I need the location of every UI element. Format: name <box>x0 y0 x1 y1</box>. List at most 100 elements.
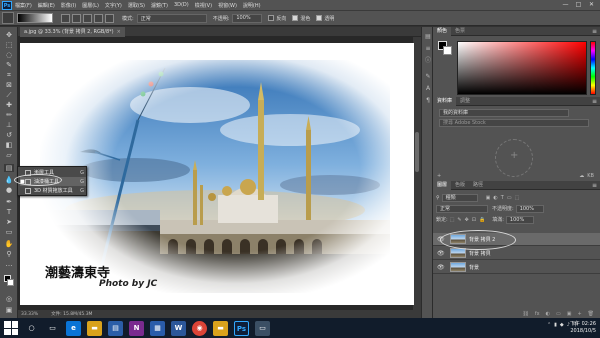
gradient-tool-icon[interactable]: ▤ <box>4 164 14 172</box>
mask-icon[interactable]: ◐ <box>546 311 550 317</box>
battery-icon[interactable]: ▮ <box>554 322 557 328</box>
hand-tool-icon[interactable]: ✋ <box>4 240 14 248</box>
tab-layers[interactable]: 圖層 <box>433 180 452 190</box>
crop-tool-icon[interactable]: ⌗ <box>4 71 14 79</box>
background-color[interactable] <box>443 46 452 55</box>
panel-menu-icon[interactable]: ≡ <box>592 98 597 105</box>
menu-help[interactable]: 說明(H) <box>243 2 261 9</box>
type-tool-icon[interactable]: T <box>4 208 14 216</box>
layer-filter-icons[interactable]: ▣◐T▭⬚ <box>486 195 523 201</box>
document-tab[interactable]: a.jpg @ 33.3% (背景 拷貝 2, RGB/8*) × <box>20 27 125 37</box>
move-tool-icon[interactable]: ✥ <box>4 31 14 39</box>
properties-icon[interactable]: ≡ <box>424 45 432 53</box>
tab-channels[interactable]: 色版 <box>451 181 469 190</box>
eraser-tool-icon[interactable]: ◧ <box>4 141 14 149</box>
new-layer-icon[interactable]: + <box>577 311 581 317</box>
clock[interactable]: 下午 02:26 2018/10/5 <box>570 321 596 335</box>
marquee-tool-icon[interactable]: ⬚ <box>4 41 14 49</box>
zoom-tool-icon[interactable]: ⚲ <box>4 250 14 258</box>
menu-file[interactable]: 檔案(F) <box>15 2 32 9</box>
dither-checkbox[interactable]: 混色 <box>292 15 310 22</box>
library-search-input[interactable]: 搜尋 Adobe Stock <box>439 119 589 127</box>
layer-fill-field[interactable]: 100% <box>505 215 534 224</box>
tab-adjustments[interactable]: 調整 <box>456 97 474 106</box>
taskbar-folder-icon[interactable]: ▬ <box>213 320 228 336</box>
menu-layer[interactable]: 圖層(L) <box>82 2 99 9</box>
scrollbar-thumb[interactable] <box>415 132 419 172</box>
clone-stamp-tool-icon[interactable]: ⊥ <box>4 121 14 129</box>
eye-icon[interactable]: 👁 <box>437 264 446 271</box>
lock-icons[interactable]: ⬚✎✥⊡🔒 <box>450 217 489 223</box>
windows-start-icon[interactable] <box>4 321 18 335</box>
quick-select-tool-icon[interactable]: ✎ <box>4 61 14 69</box>
taskbar-task-view-icon[interactable]: ▭ <box>45 321 60 336</box>
taskbar-search-icon[interactable]: ○ <box>24 321 39 336</box>
flyout-item-3d-material-drop[interactable]: 3D 材質拖放工具 G <box>20 186 86 195</box>
taskbar-app-icon[interactable]: ▭ <box>255 320 270 336</box>
paragraph-icon[interactable]: ¶ <box>424 97 432 105</box>
taskbar-edge-icon[interactable]: e <box>66 320 81 336</box>
blur-tool-icon[interactable]: 💧 <box>4 176 14 184</box>
taskbar-calendar-icon[interactable]: ▦ <box>150 320 165 336</box>
radial-gradient-icon[interactable] <box>72 13 81 23</box>
eyedropper-tool-icon[interactable]: ⟋ <box>4 91 14 99</box>
taskbar-photoshop-icon[interactable]: Ps <box>234 320 249 336</box>
history-icon[interactable]: ▤ <box>424 33 432 41</box>
tab-color[interactable]: 顏色 <box>433 26 452 36</box>
tray-chevron-icon[interactable]: ⌃ <box>547 322 551 328</box>
pen-tool-icon[interactable]: ✒ <box>4 198 14 206</box>
menu-3d[interactable]: 3D(D) <box>174 2 189 8</box>
minimize-button[interactable]: — <box>559 0 572 10</box>
path-select-tool-icon[interactable]: ➤ <box>4 218 14 226</box>
menu-image[interactable]: 影像(I) <box>61 2 76 9</box>
panel-menu-icon[interactable]: ≡ <box>592 182 597 189</box>
menu-window[interactable]: 視窗(W) <box>218 2 237 9</box>
history-brush-tool-icon[interactable]: ↺ <box>4 131 14 139</box>
color-swatch-icon[interactable] <box>4 275 14 289</box>
eye-icon[interactable]: 👁 <box>437 250 446 257</box>
lasso-tool-icon[interactable]: ◌ <box>4 51 14 59</box>
adjustment-icon[interactable]: ▭ <box>556 311 561 317</box>
panel-menu-icon[interactable]: ≡ <box>592 28 597 35</box>
more-tools-icon[interactable]: … <box>4 260 14 268</box>
close-button[interactable]: ✕ <box>585 0 598 10</box>
eraser-icon[interactable]: ▱ <box>4 151 14 159</box>
taskbar-chrome-icon[interactable]: ◉ <box>192 320 207 336</box>
trash-icon[interactable]: 🗑 <box>588 311 594 317</box>
menu-filter[interactable]: 濾鏡(T) <box>151 2 168 9</box>
menu-view[interactable]: 檢視(V) <box>195 2 212 9</box>
layer-opacity-field[interactable]: 100% <box>515 204 544 213</box>
color-swatches[interactable] <box>438 41 452 55</box>
linear-gradient-icon[interactable] <box>61 13 70 23</box>
layer-kind-select[interactable]: 種類 <box>441 193 478 202</box>
maximize-button[interactable]: □ <box>572 0 585 10</box>
tab-paths[interactable]: 路徑 <box>469 181 487 190</box>
brush-settings-icon[interactable]: ✎ <box>424 73 432 81</box>
add-library-icon[interactable]: + <box>437 173 441 179</box>
tab-swatches[interactable]: 色票 <box>451 27 469 36</box>
brush-tool-icon[interactable]: ✏ <box>4 111 14 119</box>
rectangle-tool-icon[interactable]: ▭ <box>4 228 14 236</box>
link-layers-icon[interactable]: ⛓ <box>523 311 529 317</box>
library-select[interactable]: 我的資料庫 <box>439 109 569 117</box>
quick-mask-icon[interactable]: ◎ <box>4 295 14 303</box>
diamond-gradient-icon[interactable] <box>105 13 114 23</box>
gradient-picker[interactable] <box>17 13 53 23</box>
color-picker-field[interactable] <box>457 41 587 95</box>
healing-brush-tool-icon[interactable]: ✚ <box>4 101 14 109</box>
hue-slider[interactable] <box>590 41 596 95</box>
menu-type[interactable]: 文字(Y) <box>105 2 122 9</box>
zoom-level[interactable]: 33.33% <box>21 312 38 317</box>
screen-mode-icon[interactable]: ▣ <box>4 306 14 314</box>
vertical-scrollbar[interactable] <box>413 37 421 310</box>
character-icon[interactable]: A <box>424 85 432 93</box>
frame-tool-icon[interactable]: ⊠ <box>4 81 14 89</box>
taskbar-word-icon[interactable]: W <box>171 320 186 336</box>
taskbar-explorer-icon[interactable]: ▬ <box>87 320 102 336</box>
tab-libraries[interactable]: 資料庫 <box>433 96 457 106</box>
taskbar-onenote-icon[interactable]: N <box>129 320 144 336</box>
layer-row[interactable]: 👁 背景 拷貝 <box>433 247 600 260</box>
network-icon[interactable]: ◆ <box>560 322 564 328</box>
blend-mode-select[interactable]: 正常 <box>436 204 488 213</box>
layer-row[interactable]: 👁 背景 <box>433 261 600 274</box>
